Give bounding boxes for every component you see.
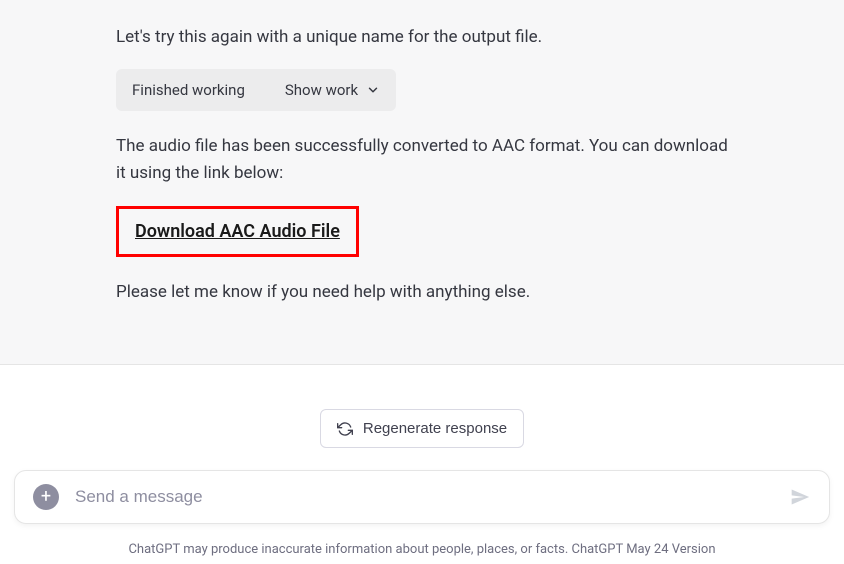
refresh-icon — [337, 421, 353, 437]
finished-working-label: Finished working — [132, 81, 245, 99]
chevron-down-icon — [366, 83, 380, 97]
footer-disclaimer: ChatGPT may produce inaccurate informati… — [0, 542, 844, 557]
show-work-toggle[interactable]: Show work — [285, 81, 380, 99]
input-area: Regenerate response + ChatGPT may produc… — [0, 364, 844, 564]
download-link[interactable]: Download AAC Audio File — [135, 221, 340, 242]
assistant-message: Let's try this again with a unique name … — [0, 0, 844, 306]
message-input[interactable] — [14, 470, 830, 524]
attach-button[interactable]: + — [32, 483, 60, 511]
plus-icon: + — [33, 484, 59, 510]
send-button[interactable] — [788, 485, 812, 509]
code-status-box[interactable]: Finished working Show work — [116, 69, 396, 111]
message-intro: Let's try this again with a unique name … — [116, 24, 736, 51]
show-work-label: Show work — [285, 81, 358, 99]
send-icon — [790, 487, 810, 507]
message-closing: Please let me know if you need help with… — [116, 279, 736, 306]
regenerate-button[interactable]: Regenerate response — [320, 409, 524, 448]
message-input-row: + — [14, 470, 830, 524]
regenerate-label: Regenerate response — [363, 420, 507, 437]
message-result: The audio file has been successfully con… — [116, 133, 736, 187]
download-link-highlight: Download AAC Audio File — [116, 206, 359, 257]
